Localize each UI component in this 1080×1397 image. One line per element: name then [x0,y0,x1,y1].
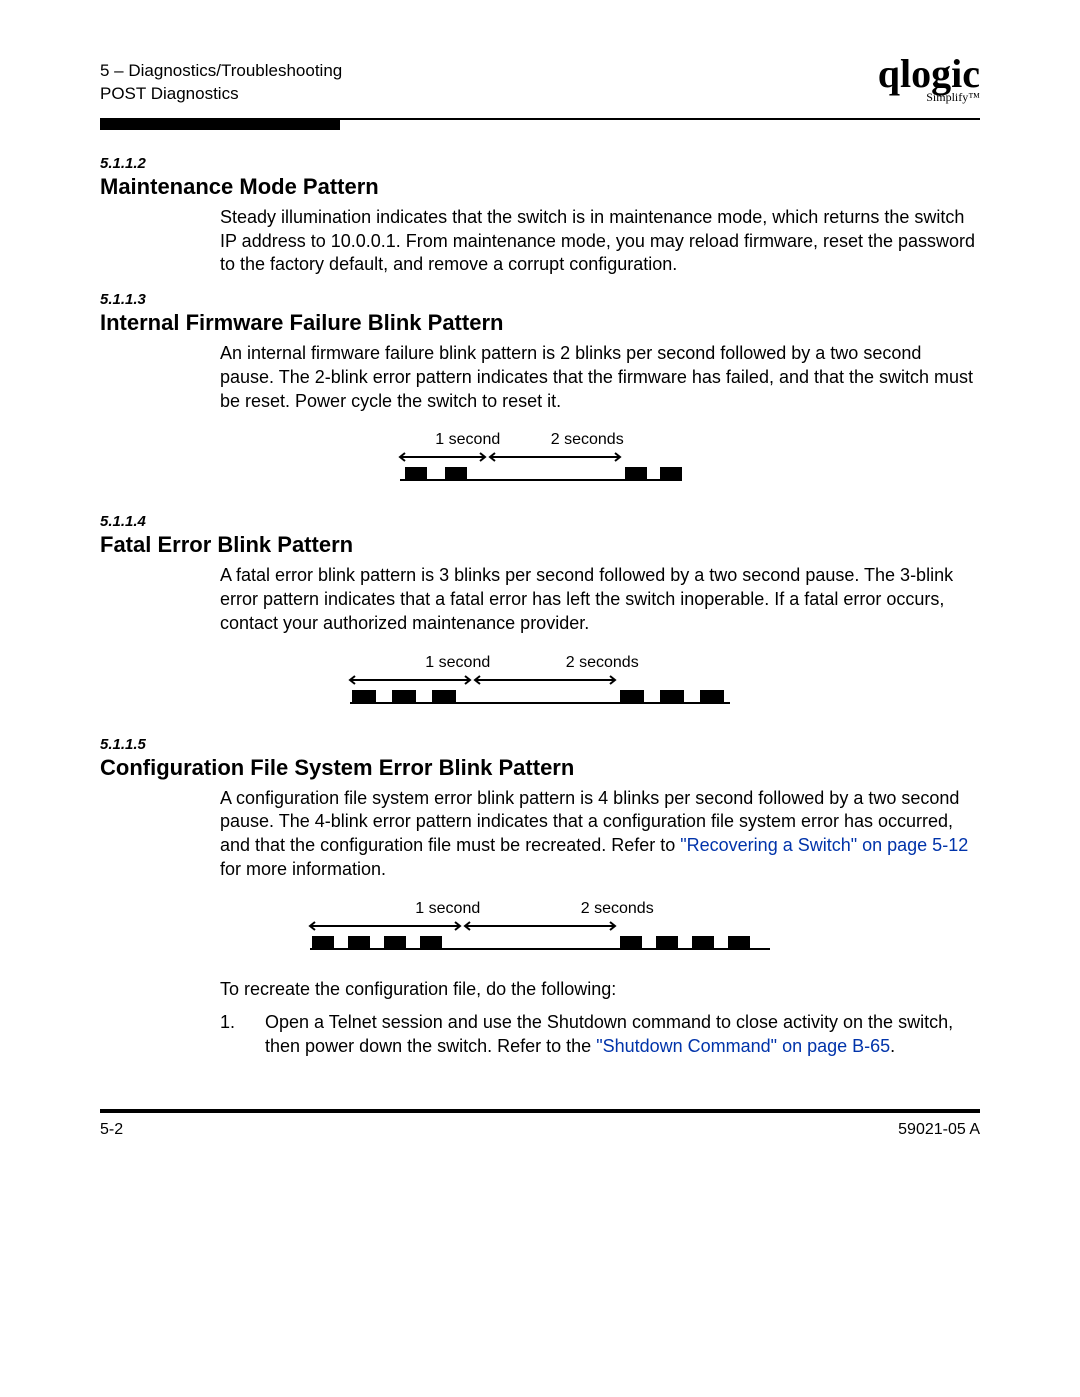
header-rule [100,118,980,120]
section-number: 5.1.1.2 [100,155,980,172]
section-line: POST Diagnostics [100,83,342,106]
waveform-icon [340,672,740,717]
recovering-switch-link[interactable]: "Recovering a Switch" on page 5-12 [680,835,968,855]
section-number: 5.1.1.3 [100,291,980,308]
shutdown-command-link[interactable]: "Shutdown Command" on page B-65 [596,1036,890,1056]
section-title: Fatal Error Blink Pattern [100,532,980,558]
diagram-labels: 1 second 2 seconds [100,900,980,918]
section-body: Steady illumination indicates that the s… [220,206,980,277]
brand-logo: qlogic Simplify™ [878,60,980,105]
blink-diagram-2: 1 second 2 seconds [100,431,980,499]
after-diagram-text: To recreate the configuration file, do t… [220,978,980,1002]
section-number: 5.1.1.4 [100,513,980,530]
step-1: 1. Open a Telnet session and use the Shu… [220,1011,980,1059]
diagram-labels: 1 second 2 seconds [100,654,980,672]
step-text: Open a Telnet session and use the Shutdo… [265,1011,965,1059]
step-number: 1. [220,1011,260,1035]
section-title: Maintenance Mode Pattern [100,174,980,200]
step-post: . [890,1036,895,1056]
blink-diagram-3: 1 second 2 seconds [100,654,980,722]
blink-diagram-4: 1 second 2 seconds [100,900,980,968]
label-1s: 1 second [398,654,518,672]
waveform-icon [300,918,780,963]
section-body: An internal firmware failure blink patte… [220,342,980,413]
label-1s: 1 second [423,431,513,449]
label-1s: 1 second [373,900,523,918]
section-body: A fatal error blink pattern is 3 blinks … [220,564,980,635]
header-text-block: 5 – Diagnostics/Troubleshooting POST Dia… [100,60,342,106]
section-title: Configuration File System Error Blink Pa… [100,755,980,781]
label-2s: 2 seconds [527,900,707,918]
page-header: 5 – Diagnostics/Troubleshooting POST Dia… [100,60,980,106]
label-2s: 2 seconds [522,654,682,672]
section-number: 5.1.1.5 [100,736,980,753]
section-body: A configuration file system error blink … [220,787,980,882]
document-page: 5 – Diagnostics/Troubleshooting POST Dia… [0,0,1080,1397]
diagram-labels: 1 second 2 seconds [100,431,980,449]
footer-doc-id: 59021-05 A [898,1121,980,1139]
body-post: for more information. [220,859,386,879]
footer-page-number: 5-2 [100,1121,123,1139]
section-title: Internal Firmware Failure Blink Pattern [100,310,980,336]
chapter-line: 5 – Diagnostics/Troubleshooting [100,60,342,83]
page-footer: 5-2 59021-05 A [100,1109,980,1139]
waveform-icon [390,449,690,494]
label-2s: 2 seconds [517,431,657,449]
logo-script: qlogic [878,60,980,88]
